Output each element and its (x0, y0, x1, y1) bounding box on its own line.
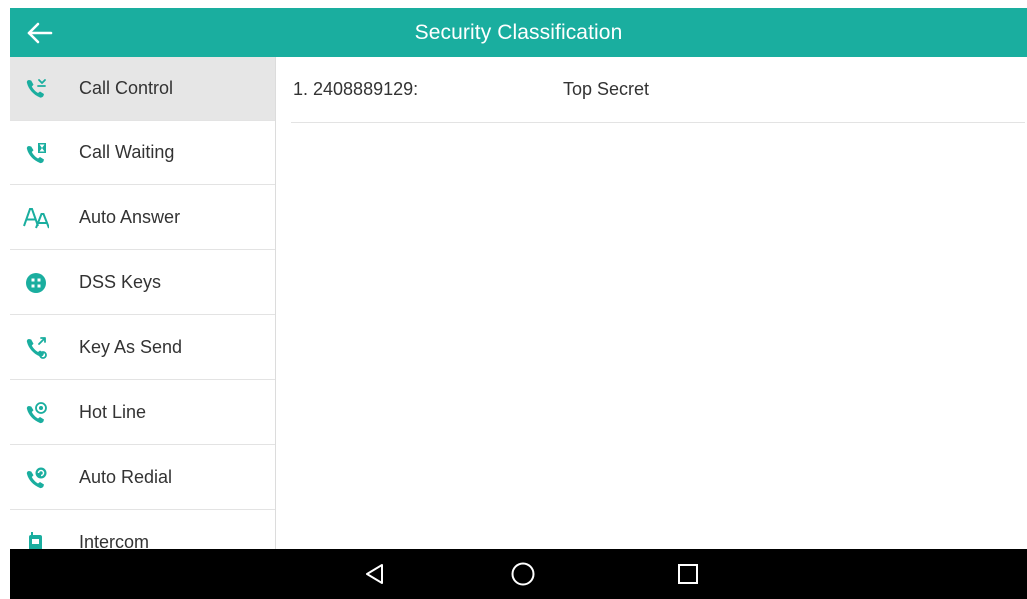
dss-keys-icon (23, 270, 49, 296)
classification-value: Top Secret (563, 79, 650, 99)
sidebar-item-label: DSS Keys (79, 272, 162, 292)
security-classification-list: 1. 2408889129: Top Secret (276, 57, 1027, 549)
circle-home-icon (511, 562, 535, 586)
sidebar-item-call-waiting[interactable]: Call Waiting (10, 121, 275, 185)
intercom-icon (23, 530, 49, 549)
list-item[interactable]: 1. 2408889129: Top Secret (291, 57, 1025, 123)
settings-sidebar: Call Control Call Waiting Auto Answer DS… (10, 57, 276, 549)
sidebar-item-label: Auto Answer (79, 207, 181, 227)
sidebar-item-dss-keys[interactable]: DSS Keys (10, 251, 275, 315)
phone-screen: Security Classification Call Control Cal… (0, 0, 1027, 599)
sidebar-item-hot-line[interactable]: Hot Line (10, 381, 275, 445)
sidebar-item-label: Intercom (79, 532, 150, 549)
sidebar-item-intercom[interactable]: Intercom (10, 511, 275, 549)
nav-back-button[interactable] (345, 549, 405, 599)
square-recents-icon (678, 564, 698, 584)
nav-home-button[interactable] (493, 549, 553, 599)
system-nav-bar (10, 549, 1027, 599)
back-button[interactable] (10, 8, 70, 57)
nav-recents-button[interactable] (658, 549, 718, 599)
sidebar-item-auto-redial[interactable]: Auto Redial (10, 446, 275, 510)
arrow-left-icon (27, 22, 53, 43)
call-waiting-icon (23, 140, 49, 166)
key-as-send-icon (23, 335, 49, 361)
sidebar-item-label: Call Control (79, 78, 174, 98)
sidebar-item-label: Hot Line (79, 402, 147, 422)
call-control-icon (23, 76, 49, 102)
sidebar-item-label: Auto Redial (79, 467, 173, 487)
sidebar-item-key-as-send[interactable]: Key As Send (10, 316, 275, 380)
title-bar: Security Classification (10, 8, 1027, 57)
sidebar-item-auto-answer[interactable]: Auto Answer (10, 186, 275, 250)
sidebar-item-call-control[interactable]: Call Control (10, 57, 275, 121)
sidebar-item-label: Key As Send (79, 337, 183, 357)
auto-redial-icon (23, 465, 49, 491)
triangle-back-icon (366, 564, 383, 584)
sidebar-item-label: Call Waiting (79, 142, 175, 162)
auto-answer-icon (23, 205, 49, 231)
hot-line-icon (23, 400, 49, 426)
account-label: 1. 2408889129: (293, 79, 419, 99)
page-title: Security Classification (414, 20, 623, 44)
